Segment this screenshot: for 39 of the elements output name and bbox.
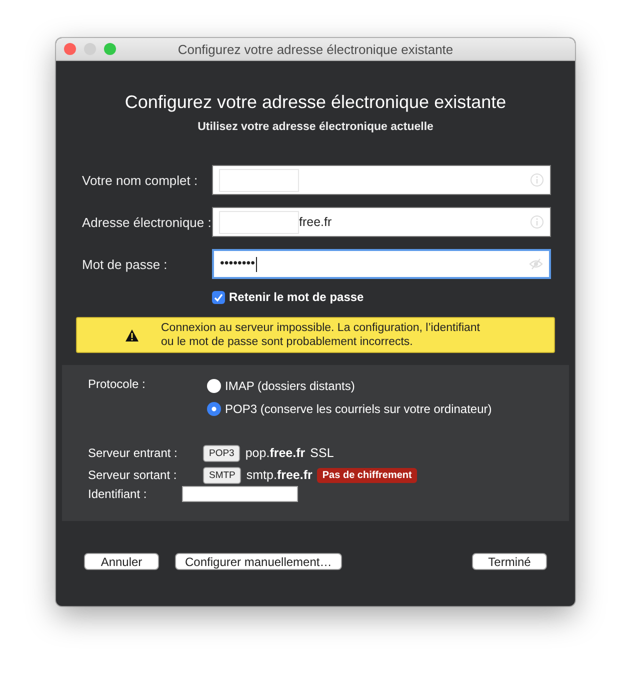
warning-message: Connexion au serveur impossible. La configuration, l’identifiant ou le mot de passe sont probablement incorrects. xyxy=(161,321,480,349)
server-host: smtp.free.fr xyxy=(246,468,312,482)
input-field[interactable]: free.fr xyxy=(212,207,551,237)
close-button[interactable] xyxy=(64,43,76,55)
server-label: Serveur entrant : xyxy=(88,446,178,460)
minimize-button[interactable] xyxy=(84,43,96,55)
password-dots: •••••••• xyxy=(220,256,256,270)
username-label: Identifiant : xyxy=(88,487,148,501)
field-label: Votre nom complet : xyxy=(81,172,199,188)
dialog-button[interactable]: Annuler xyxy=(84,553,159,570)
dialog-button[interactable]: Configurer manuellement… xyxy=(175,553,342,570)
radio-button[interactable] xyxy=(207,379,221,393)
server-host: pop.free.fr xyxy=(245,446,306,460)
radio-button[interactable] xyxy=(207,402,221,416)
security-badge: Pas de chiffrement xyxy=(317,468,417,482)
field-label: Adresse électronique : xyxy=(81,214,212,230)
dialog-heading: Configurez votre adresse électronique existante xyxy=(124,92,508,113)
dialog-button[interactable]: Terminé xyxy=(472,553,547,570)
dialog-subheading: Utilisez votre adresse électronique actuelle xyxy=(196,121,434,133)
security-label: SSL xyxy=(310,446,334,460)
input-field[interactable] xyxy=(212,165,551,195)
protocol-badge: POP3 xyxy=(203,444,240,462)
radio-label: POP3 (conserve les courriels sur votre ordinateur) xyxy=(225,402,492,416)
field-value: free.fr xyxy=(299,215,332,229)
field-label: Mot de passe : xyxy=(81,256,168,272)
checkbox[interactable] xyxy=(212,290,225,304)
username-field[interactable] xyxy=(182,486,298,502)
warning-icon xyxy=(125,328,139,342)
checkbox-label: Retenir le mot de passe xyxy=(229,290,364,304)
radio-label: IMAP (dossiers distants) xyxy=(225,379,355,393)
info-icon[interactable] xyxy=(530,173,544,187)
eye-slash-icon[interactable] xyxy=(529,257,543,271)
protocol-badge: SMTP xyxy=(203,466,242,484)
password-field[interactable]: •••••••• xyxy=(212,249,551,279)
zoom-button[interactable] xyxy=(104,43,116,55)
info-icon[interactable] xyxy=(530,215,544,229)
window-title: Configurez votre adresse électronique existante xyxy=(176,42,454,56)
protocol-label: Protocole : xyxy=(88,377,146,393)
server-label: Serveur sortant : xyxy=(88,468,178,482)
